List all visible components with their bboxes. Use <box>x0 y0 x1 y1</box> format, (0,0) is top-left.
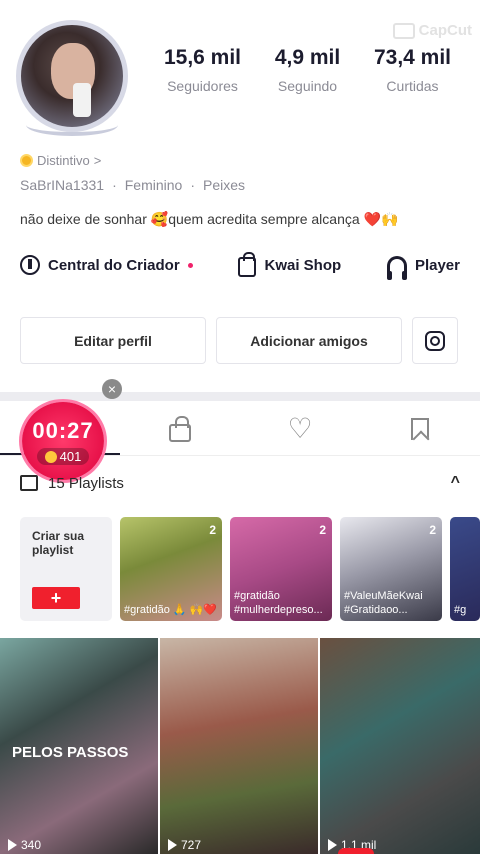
notification-badge <box>338 848 374 854</box>
laurel-frame-icon <box>26 114 118 136</box>
notification-dot <box>187 262 193 268</box>
playlist-caption: #g <box>454 604 467 616</box>
headphones-icon <box>386 256 407 280</box>
profile-links: Central do Criador Kwai Shop Player <box>20 252 460 280</box>
separator: · <box>112 177 117 193</box>
video-thumbnail[interactable]: PELOS PASSOS 340 <box>0 638 158 854</box>
player-label: Player <box>414 256 460 274</box>
tab-liked[interactable]: ♡ <box>240 402 360 455</box>
playlists-count: 15 Playlists <box>48 474 124 492</box>
zodiac-sign: Peixes <box>203 177 246 193</box>
playlist-card[interactable]: #g <box>450 517 480 621</box>
badge-link[interactable]: Distintivo > <box>20 153 101 168</box>
playlists-row: Criar sua playlist + 2 #gratidão 🙏 🙌❤️ 2… <box>20 517 480 621</box>
chevron-up-icon[interactable]: ^ <box>451 474 460 492</box>
playlist-video-count: 2 <box>429 523 436 537</box>
heart-outline-icon: ♡ <box>287 412 313 444</box>
shopping-bag-icon <box>238 252 257 277</box>
coin-icon <box>44 450 57 463</box>
tab-saved[interactable] <box>360 402 480 455</box>
likes-count: 73,4 mil <box>373 46 452 69</box>
play-icon <box>328 839 337 851</box>
bio-text-1: não deixe de sonhar <box>20 211 151 227</box>
profile-bio: não deixe de sonhar 🥰quem acredita sempr… <box>20 211 398 228</box>
add-friends-button[interactable]: Adicionar amigos <box>216 317 402 364</box>
username: SaBrINa1331 <box>20 177 105 193</box>
playlist-video-count: 2 <box>319 523 326 537</box>
playlist-card[interactable]: 2 #gratidão 🙏 🙌❤️ <box>120 517 222 621</box>
creator-center-icon <box>20 255 40 275</box>
tab-private[interactable] <box>120 402 240 455</box>
create-playlist-button[interactable]: + <box>32 587 80 609</box>
create-playlist-card[interactable]: Criar sua playlist + <box>20 517 112 621</box>
create-playlist-label: Criar sua playlist <box>32 529 85 557</box>
playlist-icon <box>20 475 38 491</box>
gender: Feminino <box>124 177 183 193</box>
likes-label: Curtidas <box>386 78 439 94</box>
timer-countdown: 00:27 <box>32 418 94 443</box>
smile-hearts-emoji: 🥰 <box>150 211 169 227</box>
timer-coins: 401 <box>36 448 90 465</box>
playlists-header[interactable]: 15 Playlists ^ <box>20 474 460 492</box>
capcut-logo-icon <box>392 22 415 39</box>
video-thumbnail[interactable]: 727 <box>160 638 318 854</box>
following-count: 4,9 mil <box>274 46 341 69</box>
edit-profile-button[interactable]: Editar perfil <box>20 317 206 364</box>
play-icon <box>168 839 177 851</box>
video-grid: PELOS PASSOS 340 727 1,1 mil <box>0 638 480 854</box>
separator: · <box>190 177 195 193</box>
creator-center-link[interactable]: Central do Criador <box>20 255 193 275</box>
player-link[interactable]: Player <box>386 255 460 280</box>
video-title: PELOS PASSOS <box>12 744 129 761</box>
bio-text-2: quem acredita sempre alcança <box>168 211 364 227</box>
instagram-icon <box>425 330 445 351</box>
close-timer-button[interactable]: × <box>102 379 122 399</box>
section-divider <box>0 392 480 401</box>
playlist-video-count: 2 <box>209 523 216 537</box>
heart-emoji: ❤️ <box>363 211 381 227</box>
video-thumbnail[interactable]: 1,1 mil <box>320 638 480 854</box>
playlist-card[interactable]: 2 #gratidão #mulherdepreso... <box>230 517 332 621</box>
following-label: Seguindo <box>277 78 338 94</box>
video-views: 340 <box>8 838 41 852</box>
profile-stats: 15,6 mil Seguidores 4,9 mil Seguindo 73,… <box>150 46 480 94</box>
followers-count: 15,6 mil <box>163 46 242 69</box>
playlist-caption: #ValeuMãeKwai #Gratidaoo... <box>344 590 423 616</box>
instagram-button[interactable] <box>412 317 458 364</box>
video-views: 727 <box>168 838 201 852</box>
followers-label: Seguidores <box>167 78 238 94</box>
playlist-caption: #gratidão #mulherdepreso... <box>234 590 323 616</box>
chevron-right-icon: > <box>93 153 102 168</box>
following-stat[interactable]: 4,9 mil Seguindo <box>255 46 360 94</box>
badge-label: Distintivo <box>37 153 90 168</box>
watermark-text: CapCut <box>418 22 472 39</box>
likes-stat[interactable]: 73,4 mil Curtidas <box>360 46 465 94</box>
bookmark-icon <box>411 417 429 440</box>
view-count: 340 <box>21 838 42 852</box>
raised-hands-emoji: 🙌 <box>380 211 399 227</box>
playlist-card[interactable]: 2 #ValeuMãeKwai #Gratidaoo... <box>340 517 442 621</box>
followers-stat[interactable]: 15,6 mil Seguidores <box>150 46 255 94</box>
kwai-shop-link[interactable]: Kwai Shop <box>238 252 342 277</box>
profile-avatar[interactable] <box>16 20 128 136</box>
playlist-caption: #gratidão 🙏 🙌❤️ <box>124 604 218 616</box>
play-icon <box>8 839 17 851</box>
lock-icon <box>169 415 191 442</box>
capcut-watermark: CapCut <box>392 22 472 39</box>
profile-actions: Editar perfil Adicionar amigos <box>20 317 458 364</box>
kwai-shop-label: Kwai Shop <box>264 256 342 274</box>
reward-timer[interactable]: 00:27 401 <box>22 402 104 480</box>
view-count: 727 <box>181 838 202 852</box>
badge-coin-icon <box>20 154 33 167</box>
profile-info: SaBrINa1331 · Feminino · Peixes <box>20 177 245 193</box>
timer-coin-count: 401 <box>59 449 82 464</box>
creator-center-label: Central do Criador <box>48 256 180 274</box>
